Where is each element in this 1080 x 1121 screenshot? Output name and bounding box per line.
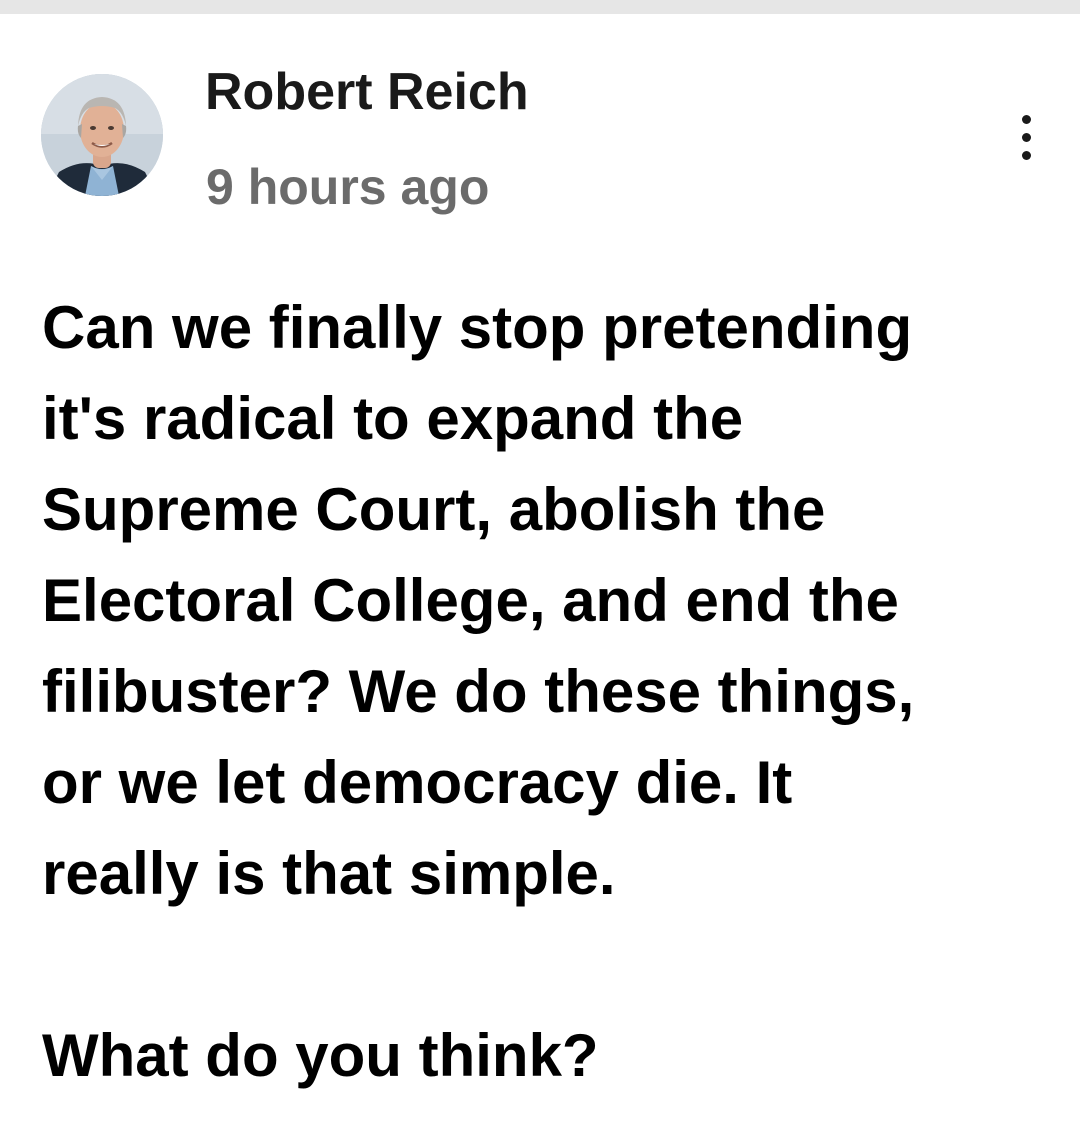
more-vertical-icon-dot (1021, 132, 1031, 142)
more-vertical-icon-dot (1021, 150, 1031, 160)
author-name[interactable]: Robert Reich (205, 60, 529, 124)
post-card: Robert Reich 9 hours ago Can we finally … (0, 14, 1080, 1121)
post-text-question: What do you think? (42, 1022, 599, 1089)
post-text-paragraph: Can we finally stop pretending it's radi… (42, 294, 915, 907)
post-timestamp: 9 hours ago (206, 159, 490, 215)
author-avatar[interactable] (41, 74, 163, 196)
post-body: Can we finally stop pretending it's radi… (42, 282, 1052, 1101)
more-options-button[interactable] (998, 102, 1054, 172)
more-vertical-icon (1021, 114, 1031, 124)
top-separator (0, 0, 1080, 14)
avatar-image (41, 74, 163, 196)
